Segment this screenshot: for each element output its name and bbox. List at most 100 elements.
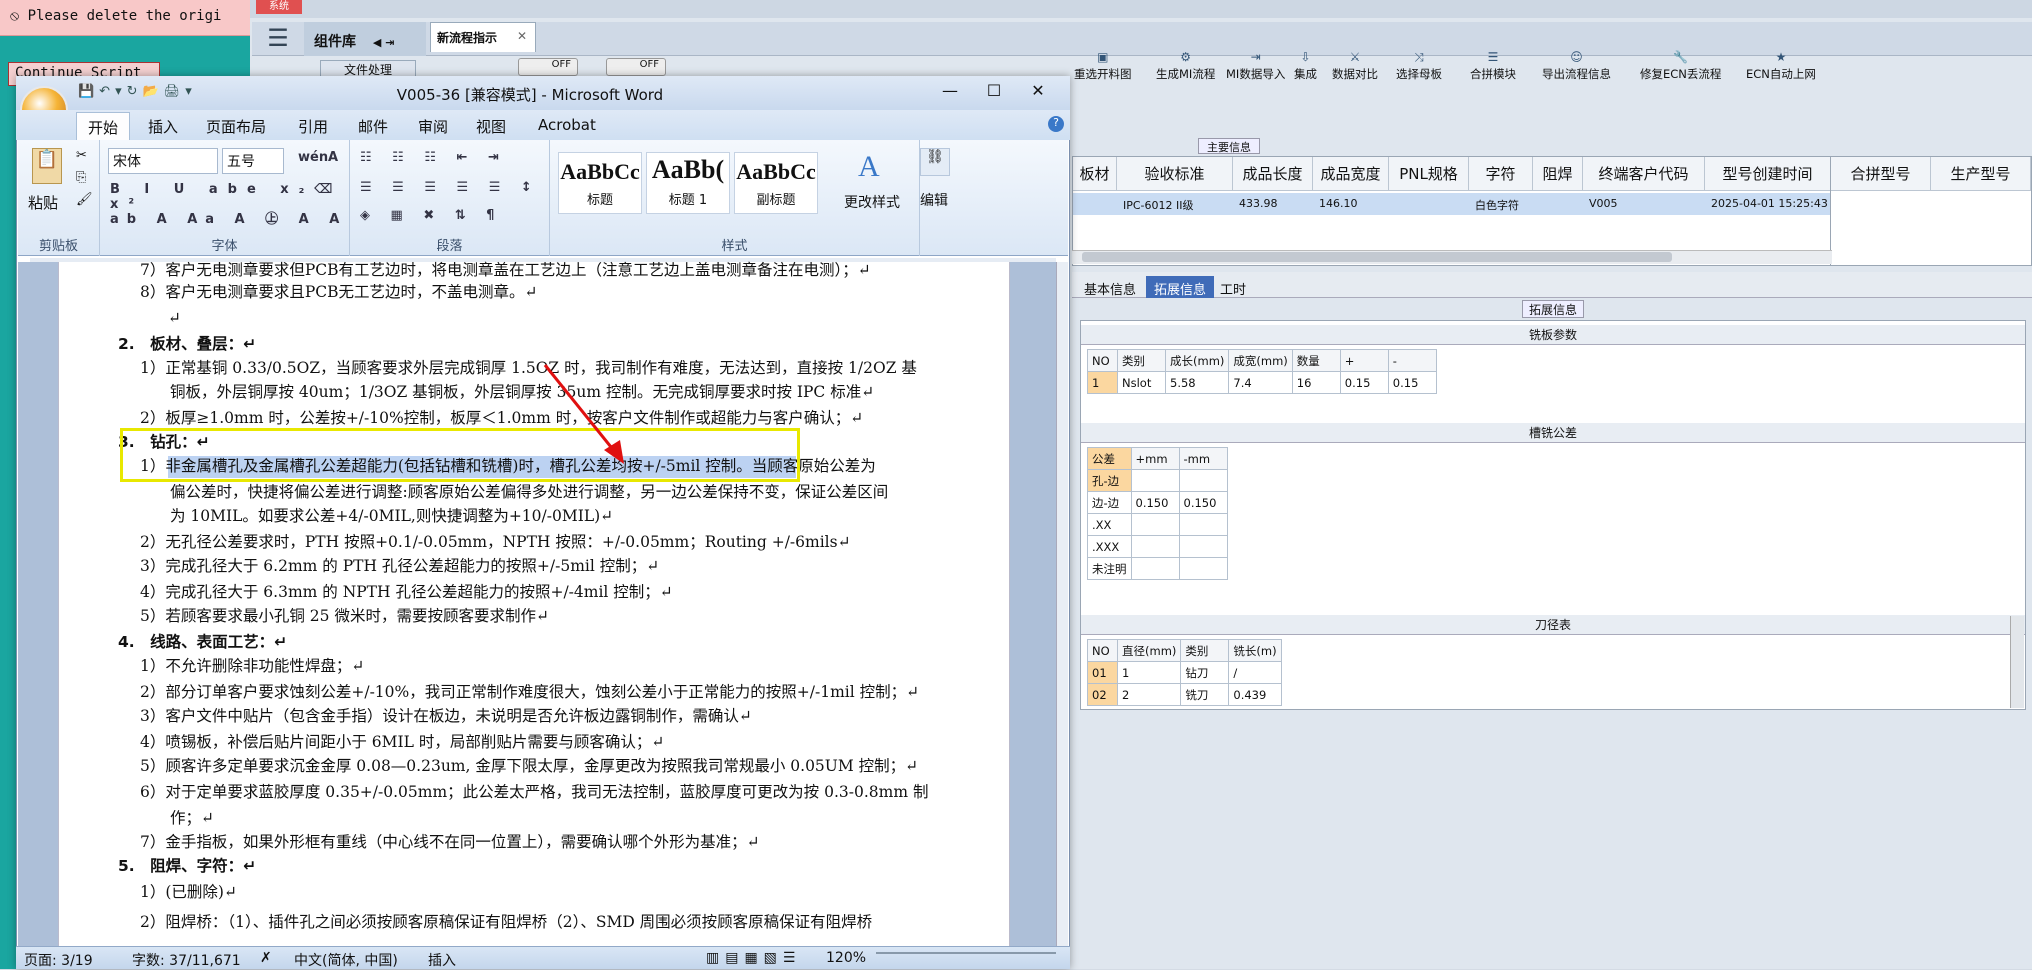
- table-row[interactable]: 边-边 0.150 0.150: [1087, 491, 1228, 514]
- table-cell[interactable]: 2: [1116, 683, 1182, 706]
- toolbar-button[interactable]: ⚔ 数据对比: [1332, 48, 1378, 82]
- column-header[interactable]: 类别: [1180, 639, 1230, 662]
- page-count[interactable]: 页面: 3/19: [24, 950, 93, 970]
- column-header[interactable]: 铣长(m): [1228, 639, 1282, 662]
- off-toggle-1[interactable]: OFF: [518, 58, 578, 76]
- table-row[interactable]: .XXX: [1087, 535, 1228, 558]
- column-header[interactable]: 直径(mm): [1116, 639, 1182, 662]
- column-header[interactable]: 成品长度: [1233, 157, 1313, 191]
- column-header[interactable]: 板材: [1073, 157, 1117, 191]
- menu-icon[interactable]: ☰: [256, 24, 300, 54]
- table-cell[interactable]: .XX: [1087, 513, 1132, 536]
- table-row[interactable]: 02 2 铣刀 0.439: [1087, 683, 1282, 706]
- toolbar-button[interactable]: ☰ 合拼模块: [1470, 48, 1516, 82]
- alignment-icons[interactable]: ☰ ☰ ☰ ☰ ☰ ↕: [360, 180, 540, 195]
- table-cell[interactable]: 0.15: [1339, 371, 1389, 394]
- table-cell[interactable]: [1130, 513, 1180, 536]
- font-name-select[interactable]: 宋体: [108, 148, 218, 174]
- table-cell[interactable]: [1130, 535, 1180, 558]
- table-cell[interactable]: [1130, 469, 1180, 492]
- change-styles-button[interactable]: 更改样式: [844, 192, 900, 212]
- table-cell[interactable]: Nslot: [1117, 371, 1166, 394]
- toolbar-button[interactable]: ⚙ 生成MI流程: [1156, 48, 1215, 82]
- tab-insert[interactable]: 插入: [148, 116, 178, 137]
- table-cell[interactable]: [1178, 557, 1228, 580]
- char-border-icon[interactable]: A: [328, 150, 338, 165]
- table-cell[interactable]: 未注明: [1087, 557, 1132, 580]
- table-cell[interactable]: /: [1228, 661, 1282, 684]
- table-cell[interactable]: [1178, 535, 1228, 558]
- language[interactable]: 中文(简体, 中国): [294, 950, 398, 970]
- table-cell[interactable]: 7.4: [1228, 371, 1293, 394]
- off-toggle-2[interactable]: OFF: [606, 58, 666, 76]
- tab-new-flow[interactable]: 新流程指示 ✕: [430, 22, 536, 52]
- table-row[interactable]: 01 1 钻刀 /: [1087, 661, 1282, 684]
- table-cell[interactable]: .XXX: [1087, 535, 1132, 558]
- cut-icon[interactable]: ✂: [76, 148, 87, 163]
- subtab[interactable]: 拓展信息: [1146, 276, 1215, 298]
- tab-references[interactable]: 引用: [298, 116, 328, 137]
- column-header[interactable]: 成长(mm): [1164, 349, 1230, 372]
- column-header[interactable]: 阻焊: [1533, 157, 1583, 191]
- column-header[interactable]: NO: [1087, 349, 1118, 372]
- table-cell[interactable]: 边-边: [1087, 491, 1132, 514]
- style-heading1[interactable]: AaBb(标题 1: [646, 152, 730, 214]
- help-icon[interactable]: ?: [1048, 116, 1064, 132]
- table-cell[interactable]: [1178, 513, 1228, 536]
- table-row[interactable]: .XX: [1087, 513, 1228, 536]
- clear-format-icon[interactable]: ⌫: [314, 182, 332, 197]
- toolbar-button[interactable]: ▣ 重选开料图: [1074, 48, 1132, 82]
- column-header[interactable]: 成品宽度: [1313, 157, 1389, 191]
- subtab[interactable]: 工时: [1212, 276, 1254, 298]
- table-cell[interactable]: 02: [1087, 683, 1118, 706]
- paste-icon[interactable]: 📋: [32, 148, 62, 184]
- highlight-fontcolor-icons[interactable]: ab A Aa A ㊤ A A: [110, 208, 347, 227]
- column-header[interactable]: 合拼型号: [1831, 157, 1931, 191]
- table-cell[interactable]: [1130, 557, 1180, 580]
- word-count[interactable]: 字数: 37/11,671: [132, 950, 241, 970]
- font-size-select[interactable]: 五号: [222, 148, 284, 174]
- column-header[interactable]: +: [1339, 349, 1389, 372]
- table-cell[interactable]: 钻刀: [1180, 661, 1230, 684]
- table-cell[interactable]: 0.150: [1130, 491, 1180, 514]
- nav-arrows-icon[interactable]: ◀ ⇥: [373, 36, 395, 49]
- change-styles-icon[interactable]: A: [858, 150, 880, 184]
- paste-button[interactable]: 粘贴: [28, 192, 58, 213]
- tab-view[interactable]: 视图: [476, 116, 506, 137]
- shading-border-icons[interactable]: ◈ ▦ ✖ ⇅ ¶: [360, 208, 502, 223]
- table-cell[interactable]: 5.58: [1164, 371, 1230, 394]
- table-cell[interactable]: 16: [1291, 371, 1341, 394]
- column-header[interactable]: +mm: [1130, 447, 1180, 470]
- phonetic-icon[interactable]: wén: [298, 150, 328, 165]
- word-vertical-scrollbar[interactable]: [1056, 262, 1068, 949]
- column-header[interactable]: 型号创建时间: [1705, 157, 1831, 191]
- style-subtitle[interactable]: AaBbCc 副标题: [734, 152, 818, 214]
- column-header[interactable]: 成宽(mm): [1228, 349, 1293, 372]
- tab-mailings[interactable]: 邮件: [358, 116, 388, 137]
- component-library[interactable]: 组件库 ◀ ⇥: [304, 22, 426, 56]
- style-title[interactable]: AaBbCc 标题: [558, 152, 642, 214]
- minimize-icon[interactable]: —: [930, 80, 970, 104]
- insert-mode[interactable]: 插入: [428, 950, 456, 970]
- format-painter-icon[interactable]: 🖌: [76, 192, 93, 207]
- spellcheck-icon[interactable]: ✗: [260, 950, 272, 966]
- column-header[interactable]: -mm: [1178, 447, 1228, 470]
- table-cell[interactable]: 01: [1087, 661, 1118, 684]
- maximize-icon[interactable]: ☐: [974, 80, 1014, 104]
- toolbar-button[interactable]: ⇥ MI数据导入: [1226, 48, 1285, 82]
- find-icon[interactable]: ⛓: [920, 148, 950, 176]
- table-cell[interactable]: 0.439: [1228, 683, 1282, 706]
- column-header[interactable]: 公差: [1087, 447, 1132, 470]
- column-header[interactable]: -: [1387, 349, 1437, 372]
- tab-page-layout[interactable]: 页面布局: [206, 116, 266, 137]
- subtab[interactable]: 基本信息: [1076, 276, 1144, 298]
- close-icon[interactable]: ✕: [517, 29, 527, 43]
- table-cell[interactable]: 孔-边: [1087, 469, 1132, 492]
- table-row[interactable]: 孔-边: [1087, 469, 1228, 492]
- table-cell[interactable]: [1178, 469, 1228, 492]
- zoom-level[interactable]: 120%: [826, 950, 866, 966]
- column-header[interactable]: NO: [1087, 639, 1118, 662]
- toolbar-button[interactable]: ⇩ 集成: [1294, 48, 1317, 82]
- toolbar-button[interactable]: ☺ 导出流程信息: [1542, 48, 1611, 82]
- vertical-scrollbar[interactable]: [2010, 616, 2024, 708]
